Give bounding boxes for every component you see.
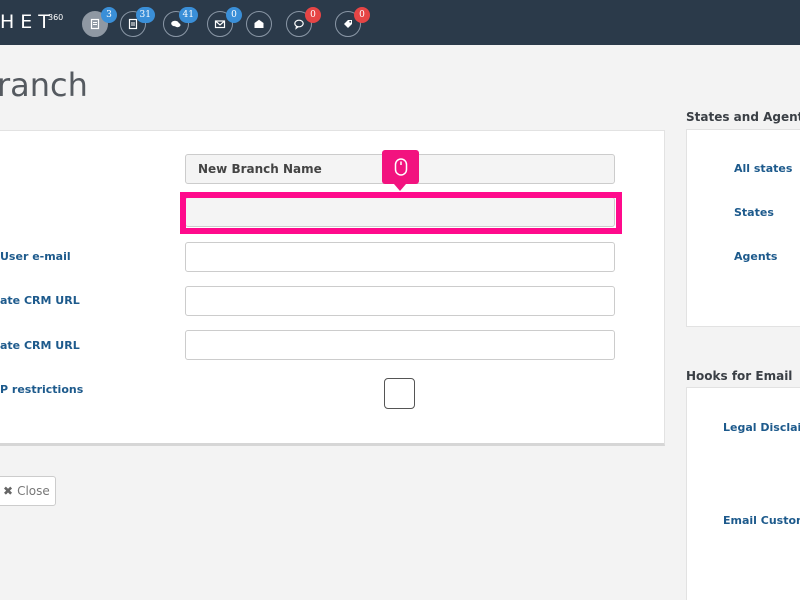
states-agents-panel [686, 129, 800, 327]
top-navbar: HET 360 3 31 41 0 0 0 [0, 0, 800, 45]
close-button[interactable]: ✖ Close [0, 476, 56, 506]
comments-badge: 0 [305, 7, 321, 23]
states-link[interactable]: States [734, 206, 774, 219]
tag-icon [344, 20, 352, 28]
legal-disclaimer-link[interactable]: Legal Disclaim [723, 421, 800, 434]
email-badge: 0 [226, 7, 242, 23]
click-hint-tooltip [382, 150, 419, 191]
document-list-badge: 31 [135, 7, 155, 23]
crm-url-input-2[interactable] [185, 330, 615, 360]
nav-chat-button[interactable]: 41 [163, 7, 198, 37]
user-email-label: User e-mail [0, 250, 71, 263]
documents-badge: 3 [101, 7, 117, 23]
hooks-email-panel [686, 387, 800, 600]
nav-documents-button[interactable]: 3 [82, 7, 117, 37]
nav-document-list-button[interactable]: 31 [120, 7, 155, 37]
app-logo-superscript: 360 [48, 13, 64, 22]
tags-badge: 0 [354, 7, 370, 23]
nav-tags-button[interactable]: 0 [335, 7, 370, 37]
states-agents-heading: States and Agents [686, 110, 800, 124]
hooks-email-heading: Hooks for Email [686, 369, 793, 383]
ip-restrictions-label: P restrictions [0, 383, 84, 396]
crm-url-label-1: ate CRM URL [0, 294, 80, 307]
page-title: ranch [0, 66, 88, 104]
email-custom-link[interactable]: Email Custom [723, 514, 800, 527]
all-states-link[interactable]: All states [734, 162, 792, 175]
documents-icon [90, 18, 100, 30]
envelope-icon [214, 20, 226, 29]
open-envelope-icon [254, 19, 264, 28]
ip-restrictions-checkbox[interactable] [384, 378, 415, 409]
crm-url-label-2: ate CRM URL [0, 339, 80, 352]
mouse-icon [394, 158, 407, 176]
agents-link[interactable]: Agents [734, 250, 777, 263]
nav-comments-button[interactable]: 0 [286, 7, 321, 37]
chat-badge: 41 [178, 7, 198, 23]
nav-open-email-button[interactable] [246, 11, 272, 37]
comment-icon [294, 19, 304, 30]
user-email-input[interactable] [185, 242, 615, 272]
close-button-label: Close [17, 484, 50, 498]
close-icon: ✖ [3, 484, 14, 498]
nav-email-button[interactable]: 0 [207, 7, 242, 37]
crm-url-input-1[interactable] [185, 286, 615, 316]
focus-highlight-box [180, 192, 622, 234]
